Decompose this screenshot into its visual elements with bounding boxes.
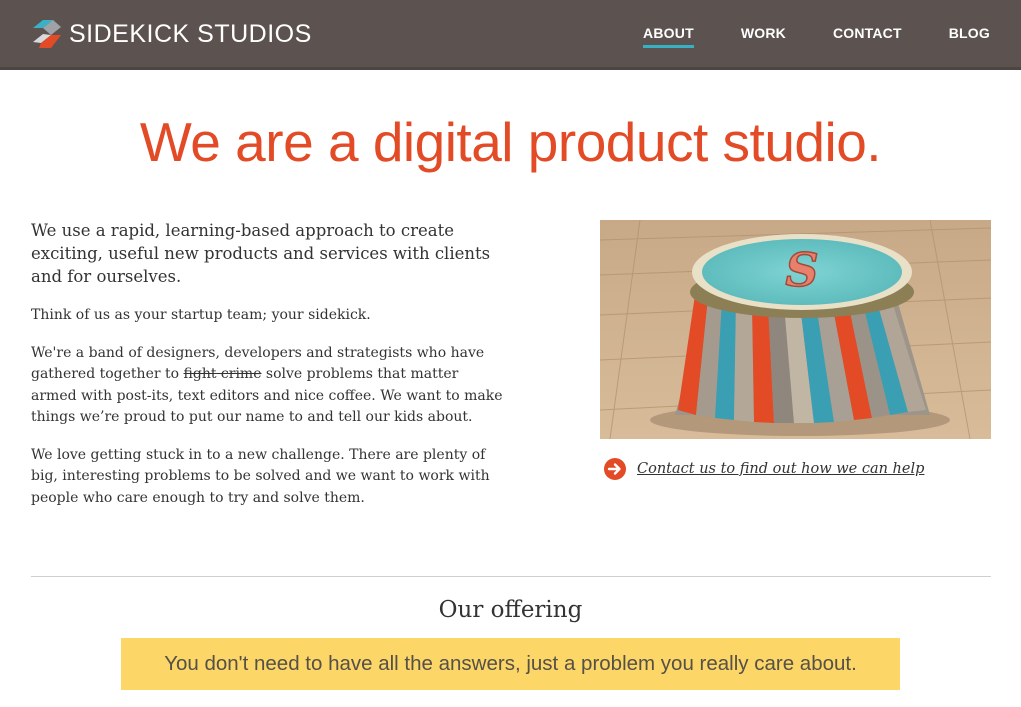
intro-lead: We use a rapid, learning-based approach … xyxy=(31,221,491,286)
nav-work[interactable]: WORK xyxy=(741,25,786,45)
intro-paragraph-2: We're a band of designers, developers an… xyxy=(31,343,506,429)
offering-title: Our offering xyxy=(438,597,583,623)
sidekick-logo-icon xyxy=(31,18,63,50)
arrow-circle-icon xyxy=(603,457,627,481)
intro-paragraph-3: We love getting stuck in to a new challe… xyxy=(31,446,490,506)
intro-paragraph-1: Think of us as your startup team; your s… xyxy=(31,307,371,323)
site-header: SIDEKICK STUDIOS ABOUT WORK CONTACT BLOG xyxy=(0,0,1021,70)
offering-banner: You don't need to have all the answers, … xyxy=(121,638,900,690)
intro-column: We use a rapid, learning-based approach … xyxy=(31,219,506,525)
brand-name: SIDEKICK STUDIOS xyxy=(69,20,312,48)
struck-text: fight crime xyxy=(183,366,262,382)
contact-cta-link[interactable]: Contact us to find out how we can help xyxy=(637,461,924,477)
nav-blog[interactable]: BLOG xyxy=(949,25,990,45)
sidekick-stool-photo: S xyxy=(600,220,991,439)
main-nav: ABOUT WORK CONTACT BLOG xyxy=(596,0,990,70)
section-divider xyxy=(31,576,991,577)
nav-contact[interactable]: CONTACT xyxy=(833,25,902,45)
logo[interactable]: SIDEKICK STUDIOS xyxy=(31,17,312,51)
stool-letter: S xyxy=(785,243,818,297)
nav-about[interactable]: ABOUT xyxy=(643,25,694,48)
hero-headline: We are a digital product studio. xyxy=(139,111,882,173)
contact-cta[interactable]: Contact us to find out how we can help xyxy=(603,457,924,481)
